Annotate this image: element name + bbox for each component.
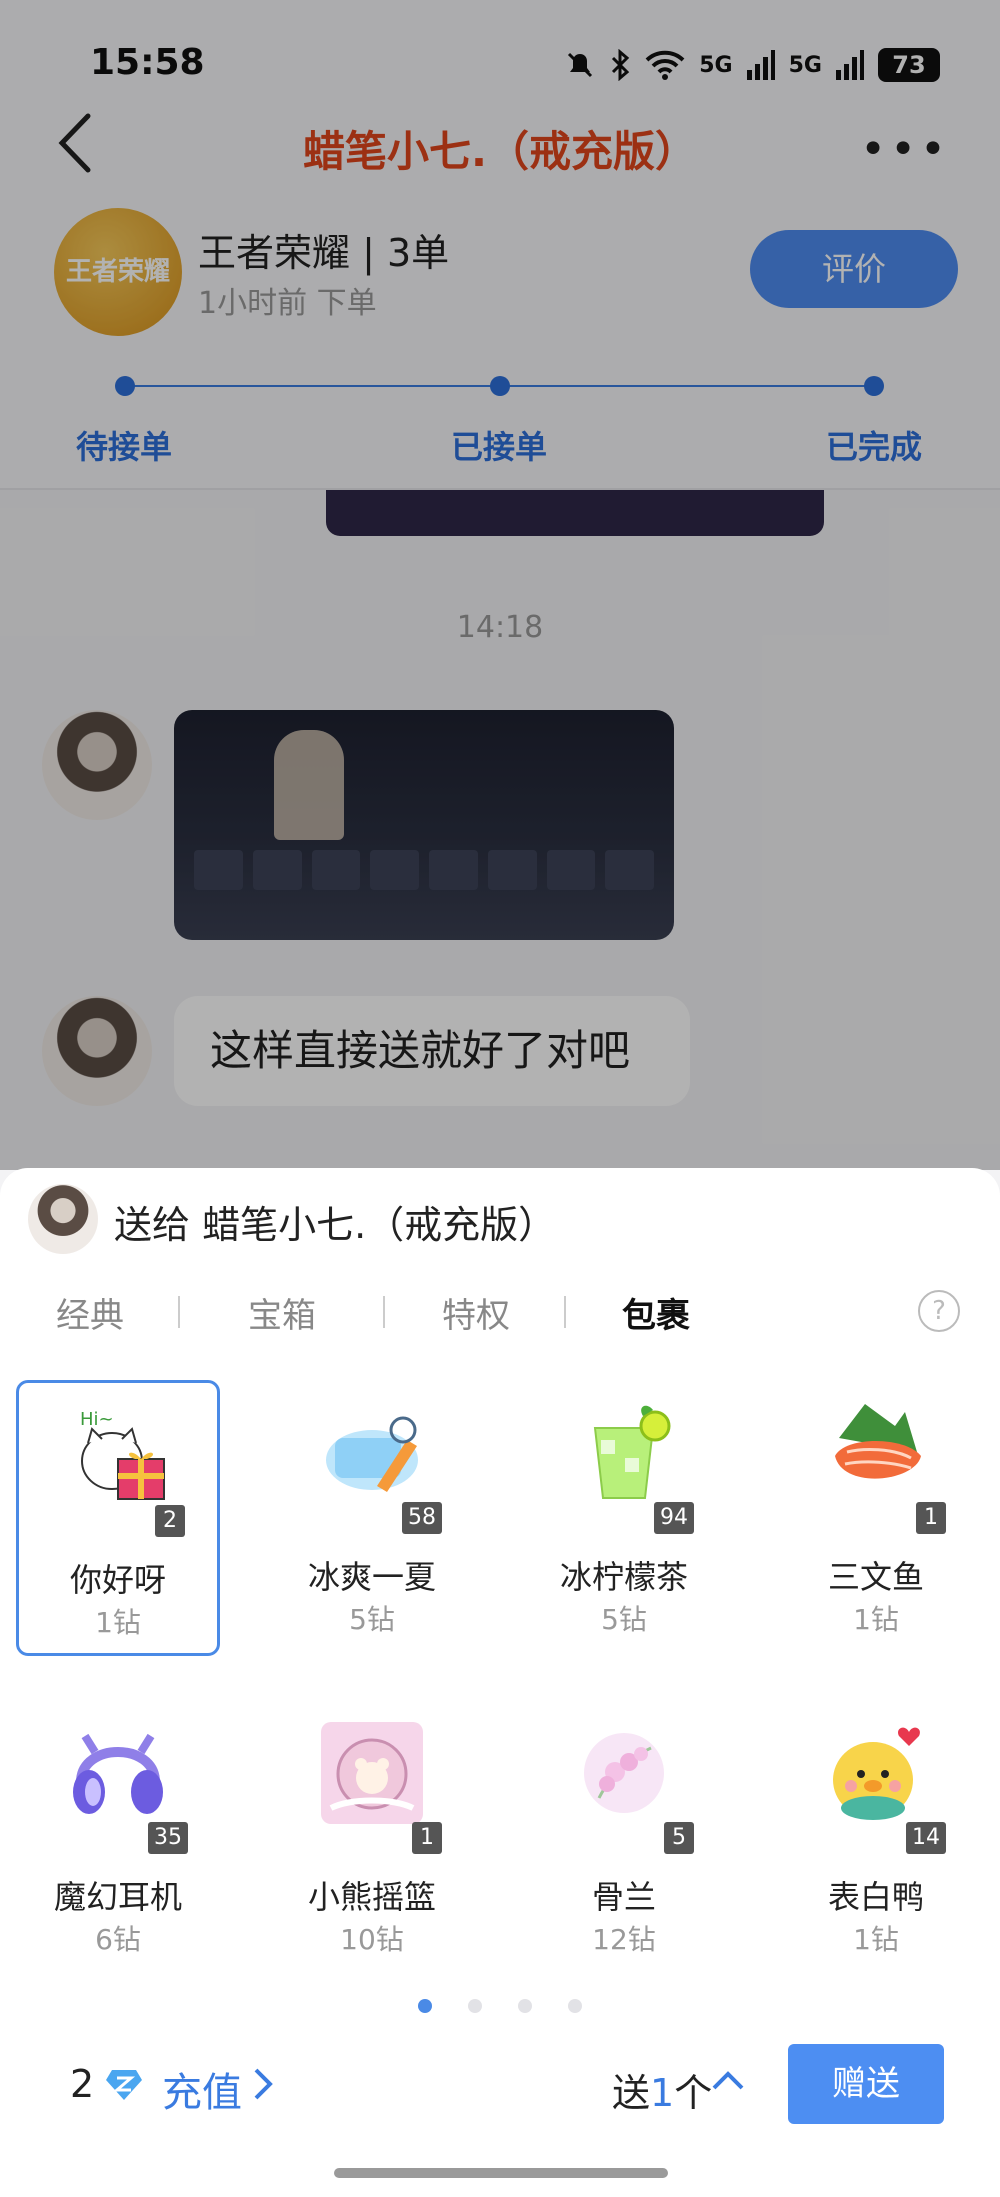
diamond-icon	[106, 2070, 142, 2100]
gift-name: 你好呀	[69, 1561, 166, 1599]
gift-item[interactable]: 35 魔幻耳机 6钻	[16, 1700, 220, 1976]
gift-item[interactable]: 94 冰柠檬茶 5钻	[522, 1380, 726, 1656]
quantity-value: 1	[650, 2071, 675, 2115]
lemon-tea-icon	[593, 1405, 671, 1499]
gift-count: 5	[664, 1822, 694, 1854]
tab-divider	[178, 1296, 180, 1328]
gift-count: 14	[906, 1822, 946, 1854]
ice-popsicle-icon	[326, 1416, 418, 1492]
gift-item[interactable]: Hi~ 2 你好呀 1钻	[16, 1380, 220, 1656]
tab-divider	[383, 1296, 385, 1328]
gift-price: 1钻	[853, 1603, 899, 1636]
gift-price: 6钻	[95, 1923, 141, 1956]
diamond-balance: 2	[70, 2062, 95, 2106]
dim-overlay[interactable]	[0, 0, 1000, 1170]
quantity-suffix: 个	[674, 2071, 713, 2115]
gift-item[interactable]: 1 小熊摇篮 10钻	[270, 1700, 474, 1976]
gift-name: 冰爽一夏	[307, 1558, 436, 1596]
gift-name: 表白鸭	[827, 1878, 924, 1916]
gift-price: 1钻	[853, 1923, 899, 1956]
chevron-right-icon[interactable]	[250, 2066, 274, 2102]
gift-count: 1	[916, 1502, 946, 1534]
send-to-label: 送给 蜡笔小七.（戒充版）	[114, 1203, 557, 1247]
tab-privilege[interactable]: 特权	[442, 1288, 510, 1337]
tab-classic[interactable]: 经典	[56, 1288, 124, 1337]
gift-count: 58	[402, 1502, 442, 1534]
gift-name: 三文鱼	[827, 1558, 924, 1596]
gift-count: 94	[654, 1502, 694, 1534]
bear-cradle-icon	[321, 1722, 423, 1824]
gift-name: 骨兰	[591, 1878, 656, 1916]
tab-package[interactable]: 包裹	[622, 1288, 690, 1337]
gift-name: 冰柠檬茶	[559, 1558, 688, 1596]
gift-name: 魔幻耳机	[53, 1878, 182, 1916]
recharge-link[interactable]: 充值	[162, 2060, 242, 2118]
headphones-icon	[73, 1733, 163, 1814]
home-indicator[interactable]	[334, 2168, 668, 2178]
gift-name: 小熊摇篮	[307, 1878, 436, 1916]
gift-price: 5钻	[349, 1603, 395, 1636]
page-dot[interactable]	[518, 1999, 532, 2013]
gift-price: 12钻	[592, 1923, 656, 1956]
orchid-icon	[584, 1733, 664, 1813]
gift-item[interactable]: 1 三文鱼 1钻	[774, 1380, 978, 1656]
svg-text:Hi~: Hi~	[80, 1409, 114, 1430]
gift-count: 1	[412, 1822, 442, 1854]
page-dot[interactable]	[468, 1999, 482, 2013]
recipient-avatar	[28, 1184, 98, 1254]
gift-item[interactable]: 58 冰爽一夏 5钻	[270, 1380, 474, 1656]
duck-heart-icon	[833, 1727, 920, 1820]
quantity-selector[interactable]: 送1个	[612, 2062, 712, 2117]
give-button[interactable]: 赠送	[788, 2044, 944, 2124]
tab-divider	[564, 1296, 566, 1328]
cat-gift-icon: Hi~	[80, 1409, 165, 1500]
gift-count: 2	[155, 1505, 185, 1537]
gift-price: 1钻	[95, 1606, 141, 1639]
page-dot[interactable]	[568, 1999, 582, 2013]
tab-treasure[interactable]: 宝箱	[248, 1288, 316, 1337]
gift-action-bar: 2 充值 送1个 赠送	[0, 2038, 1000, 2138]
gift-count: 35	[148, 1822, 188, 1854]
chevron-up-icon[interactable]	[710, 2068, 746, 2092]
page-indicator	[0, 1998, 1000, 2017]
gift-price: 10钻	[340, 1923, 404, 1956]
help-icon[interactable]: ?	[918, 1290, 960, 1332]
gift-item[interactable]: 5 骨兰 12钻	[522, 1700, 726, 1976]
gift-sheet: 送给 蜡笔小七.（戒充版） 经典 宝箱 特权 包裹 ? Hi~ 2 你好呀 1钻	[0, 1168, 1000, 2197]
gift-price: 5钻	[601, 1603, 647, 1636]
page-dot-active[interactable]	[418, 1999, 432, 2013]
quantity-prefix: 送	[612, 2071, 651, 2115]
salmon-icon	[835, 1404, 921, 1479]
gift-tabs: 经典 宝箱 特权 包裹	[0, 1288, 1000, 1358]
gift-item[interactable]: 14 表白鸭 1钻	[774, 1700, 978, 1976]
